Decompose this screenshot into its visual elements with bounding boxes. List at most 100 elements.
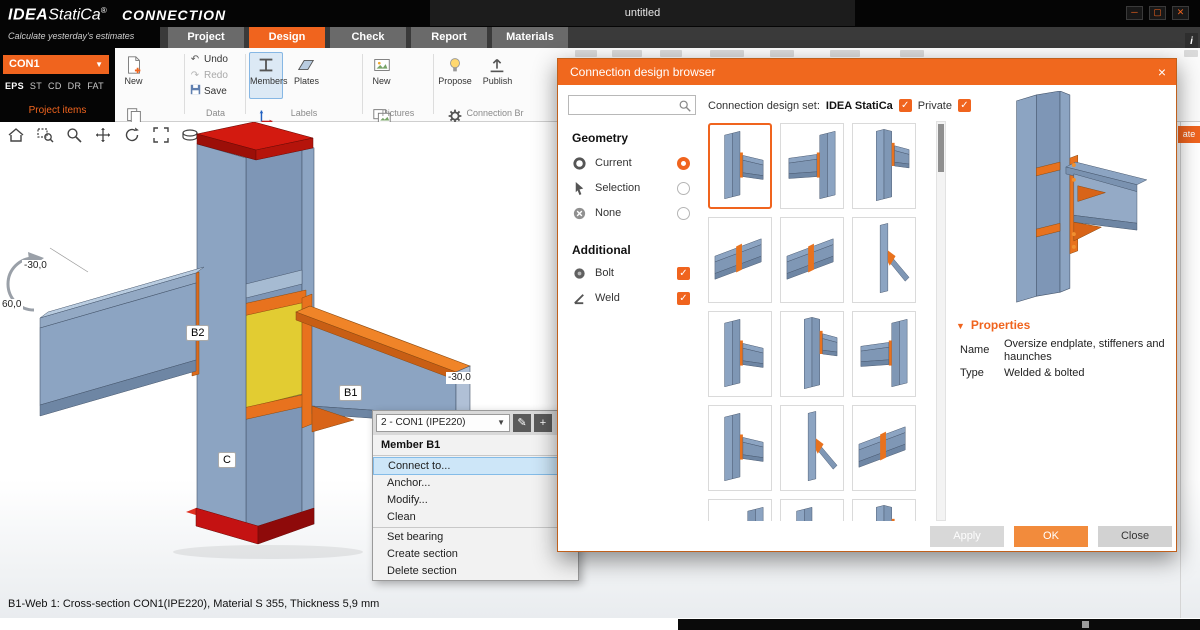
tab-materials[interactable]: Materials [492, 27, 568, 48]
apply-button[interactable]: Apply [930, 526, 1004, 547]
geometry-option-selection[interactable]: Selection [572, 180, 690, 196]
property-name-label: Name [960, 344, 989, 356]
radio-none[interactable] [677, 207, 690, 220]
design-thumbnail-2[interactable] [852, 123, 916, 209]
badge-dr[interactable]: DR [68, 81, 82, 91]
badge-st[interactable]: ST [30, 81, 42, 91]
picture-icon [372, 55, 392, 75]
ok-button[interactable]: OK [1014, 526, 1088, 547]
menu-separator [373, 455, 578, 456]
badge-eps[interactable]: EPS [5, 81, 24, 91]
dialog-close-button[interactable]: × [1158, 59, 1166, 85]
labels-members-toggle[interactable]: Members [249, 52, 283, 99]
propose-button[interactable]: Propose [437, 52, 473, 99]
weld-checkbox[interactable] [677, 292, 690, 305]
design-thumbnail-6[interactable] [708, 311, 772, 397]
tab-check[interactable]: Check [330, 27, 406, 48]
additional-option-bolt[interactable]: Bolt [572, 265, 690, 281]
geometry-option-none[interactable]: None [572, 205, 690, 221]
design-thumbnail-13[interactable] [780, 499, 844, 521]
restore-button[interactable]: ▢ [1149, 6, 1166, 20]
publish-icon [487, 55, 507, 75]
dialog-titlebar[interactable]: Connection design browser [558, 59, 1176, 85]
undo-button[interactable]: ↶Undo [188, 52, 243, 68]
design-grid [706, 121, 932, 521]
taskbar-icon[interactable] [1082, 621, 1089, 628]
menu-item-set-bearing[interactable]: Set bearing [373, 529, 578, 546]
publish-button[interactable]: Publish [479, 52, 515, 99]
menu-item-connect-to[interactable]: Connect to... [373, 457, 578, 475]
new-item-button[interactable]: New [118, 52, 149, 99]
menu-item-anchor[interactable]: Anchor... [373, 475, 578, 492]
badge-cd[interactable]: CD [48, 81, 62, 91]
menu-item-delete-section[interactable]: Delete section [373, 563, 578, 580]
design-thumbnail-12[interactable] [708, 499, 772, 521]
bottom-taskbar [678, 619, 1200, 630]
edit-button[interactable]: ✎ [513, 414, 531, 432]
group-caption-pictures: Pictures [365, 108, 431, 118]
badge-fat[interactable]: FAT [87, 81, 104, 91]
design-thumbnail-7[interactable] [780, 311, 844, 397]
chevron-down-icon: ▼ [497, 415, 505, 431]
propose-label: Propose [438, 76, 472, 86]
project-items-panel: CON1▼ EPSSTCDDRFAT Project items [0, 48, 115, 122]
group-labels: Members Plates LCS Labels [248, 48, 360, 121]
design-thumbnail-10[interactable] [780, 405, 844, 491]
properties-caption-label: Properties [971, 318, 1030, 332]
design-set-checkbox[interactable] [899, 99, 912, 112]
menu-item-modify[interactable]: Modify... [373, 492, 578, 509]
project-item-selector[interactable]: CON1▼ [3, 55, 109, 74]
menu-item-create-section[interactable]: Create section [373, 546, 578, 563]
design-thumbnail-3[interactable] [708, 217, 772, 303]
member-label-b2[interactable]: B2 [186, 325, 209, 341]
ribbon-overflow-icon [830, 50, 860, 57]
close-dialog-button[interactable]: Close [1098, 526, 1172, 547]
design-thumbnail-8[interactable] [852, 311, 916, 397]
design-thumbnail-14[interactable] [852, 499, 916, 521]
additional-option-weld[interactable]: Weld [572, 290, 690, 306]
redo-icon: ↷ [188, 68, 202, 84]
design-thumbnail-11[interactable] [852, 405, 916, 491]
design-grid-scrollbar[interactable] [936, 121, 946, 521]
plus-icon: + [540, 417, 546, 429]
redo-button[interactable]: ↷Redo [188, 68, 243, 84]
ribbon-overflow-icon [900, 50, 924, 57]
properties-caption[interactable]: ▼Properties [956, 318, 1030, 332]
ribbon-separator [184, 54, 185, 114]
search-icon [678, 99, 692, 113]
scrollbar-thumb[interactable] [938, 124, 944, 172]
tab-project[interactable]: Project [168, 27, 244, 48]
minimize-button[interactable]: ─ [1126, 6, 1143, 20]
tab-design[interactable]: Design [249, 27, 325, 48]
add-button[interactable]: + [534, 414, 552, 432]
design-thumbnail-0[interactable] [708, 123, 772, 209]
member-label-b1[interactable]: B1 [339, 385, 362, 401]
menu-separator [373, 527, 578, 528]
ribbon-overflow-icon [1184, 50, 1198, 57]
publish-label: Publish [483, 76, 513, 86]
member-label-c[interactable]: C [218, 452, 236, 468]
design-thumbnail-9[interactable] [708, 405, 772, 491]
labels-plates-toggle[interactable]: Plates [289, 52, 323, 99]
design-thumbnail-1[interactable] [780, 123, 844, 209]
picture-new-button[interactable]: New [366, 52, 397, 99]
close-button[interactable]: ✕ [1172, 6, 1189, 20]
save-icon [188, 84, 202, 100]
design-thumbnail-5[interactable] [852, 217, 916, 303]
save-button[interactable]: Save [188, 84, 243, 100]
close-icon: × [1158, 64, 1166, 80]
menu-item-clean[interactable]: Clean [373, 509, 578, 526]
group-caption-data: Data [188, 108, 243, 118]
tab-report[interactable]: Report [411, 27, 487, 48]
right-panel-tab[interactable]: ate [1178, 126, 1200, 143]
logo-idea: IDEA [8, 6, 48, 23]
radio-selection[interactable] [677, 182, 690, 195]
design-search-input[interactable] [571, 97, 675, 113]
undo-label: Undo [204, 54, 228, 65]
design-thumbnail-4[interactable] [780, 217, 844, 303]
connection-item-dropdown[interactable]: 2 - CON1 (IPE220)▼ [376, 414, 510, 432]
radio-current[interactable] [677, 157, 690, 170]
design-set-label: Connection design set: [708, 100, 820, 112]
geometry-option-current[interactable]: Current [572, 155, 690, 171]
bolt-checkbox[interactable] [677, 267, 690, 280]
